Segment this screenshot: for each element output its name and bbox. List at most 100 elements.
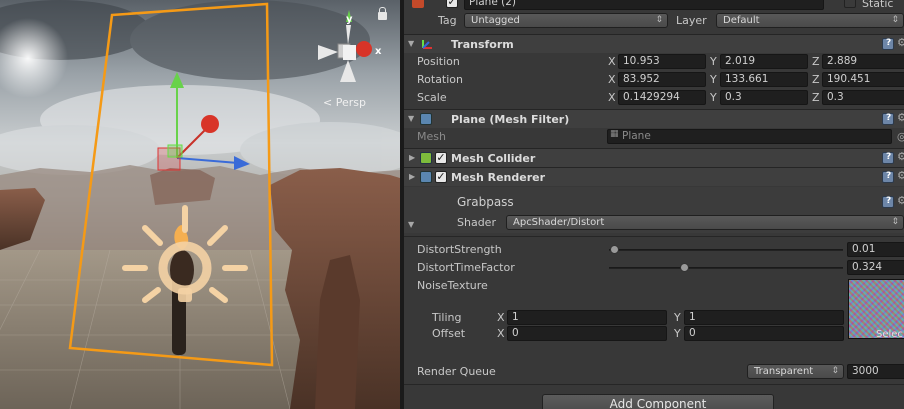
help-icon[interactable] (882, 196, 894, 208)
axis-y-label: Y (710, 73, 717, 86)
fold-down-icon: ▼ (408, 220, 415, 229)
transform-header[interactable]: ▼ Transform ⚙ (404, 34, 904, 53)
render-queue-dropdown[interactable]: Transparent (747, 364, 844, 379)
gizmo-y-label: y (346, 14, 353, 25)
mesh-renderer-checkbox[interactable]: ✓ (435, 171, 447, 183)
mesh-field[interactable]: Plane (607, 129, 892, 144)
mesh-collider-title: Mesh Collider (451, 152, 536, 165)
scale-z-field[interactable]: 0.3 (822, 90, 904, 105)
gear-icon[interactable]: ⚙ (897, 36, 904, 49)
distort-strength-track[interactable] (609, 249, 843, 251)
mesh-collider-header[interactable]: ▶ ✓ Mesh Collider ⚙ (404, 148, 904, 167)
object-picker-icon[interactable]: ◎ (897, 130, 904, 143)
render-queue-field[interactable]: 3000 (847, 364, 904, 379)
axis-x-label: X (608, 55, 616, 68)
axis-z-label: Z (812, 55, 820, 68)
projection-label: Persp (335, 96, 366, 109)
axis-x-label: X (608, 73, 616, 86)
active-checkbox[interactable]: ✓ (446, 0, 458, 8)
position-label: Position (417, 55, 460, 68)
distort-strength-slider-knob[interactable] (609, 245, 619, 254)
static-label: Static (862, 0, 894, 10)
tiling-label: Tiling (432, 311, 462, 324)
lock-icon[interactable] (378, 7, 387, 20)
rotation-z-field[interactable]: 190.451 (822, 72, 904, 87)
distort-time-factor-track[interactable] (609, 267, 843, 269)
mesh-label: Mesh (417, 130, 446, 143)
shader-dropdown[interactable]: ApcShader/Distort (506, 215, 904, 230)
position-x-field[interactable]: 10.953 (618, 54, 706, 69)
distort-strength-field[interactable]: 0.01 (847, 242, 904, 257)
transform-title: Transform (451, 38, 514, 51)
help-icon[interactable] (882, 171, 894, 183)
shader-label: Shader (457, 216, 496, 229)
tiling-y-field[interactable]: 1 (684, 310, 844, 325)
gear-icon[interactable]: ⚙ (897, 150, 904, 163)
fold-right-icon: ▶ (409, 172, 416, 181)
mesh-collider-checkbox[interactable]: ✓ (435, 152, 447, 164)
scale-row: Scale X 0.1429294 Y 0.3 Z 0.3 (404, 89, 904, 107)
tag-dropdown[interactable]: Untagged (464, 13, 668, 28)
rotation-x-field[interactable]: 83.952 (618, 72, 706, 87)
gear-icon[interactable]: ⚙ (897, 111, 904, 124)
mesh-renderer-title: Mesh Renderer (451, 171, 546, 184)
object-name-field[interactable]: Plane (2) (464, 0, 824, 10)
distort-time-factor-field[interactable]: 0.324 (847, 260, 904, 275)
distort-time-factor-slider-knob[interactable] (679, 263, 689, 272)
fold-down-icon: ▼ (408, 39, 415, 48)
transform-icon (422, 40, 432, 49)
static-checkbox[interactable] (844, 0, 856, 8)
help-icon[interactable] (882, 152, 894, 164)
center-mesa (150, 168, 215, 205)
material-header: Grabpass ⚙ ▼ Shader ApcShader/Distort (404, 187, 904, 233)
axis-z-label: Z (812, 91, 820, 104)
scale-y-field[interactable]: 0.3 (720, 90, 808, 105)
cube-icon (412, 0, 424, 8)
material-name: Grabpass (457, 195, 514, 209)
gear-icon[interactable]: ⚙ (897, 169, 904, 182)
axis-y-label: Y (710, 91, 717, 104)
fold-right-icon: ▶ (409, 153, 416, 162)
gear-icon[interactable]: ⚙ (897, 194, 904, 207)
scale-x-field[interactable]: 0.1429294 (618, 90, 706, 105)
add-component-button[interactable]: Add Component (542, 394, 774, 409)
axis-y-label: Y (710, 55, 717, 68)
axis-y-label: Y (674, 327, 681, 340)
rotation-y-field[interactable]: 133.661 (720, 72, 808, 87)
offset-y-field[interactable]: 0 (684, 326, 844, 341)
render-queue-label: Render Queue (417, 365, 496, 378)
offset-x-field[interactable]: 0 (507, 326, 667, 341)
mesh-row: Mesh Plane ▦ ◎ (404, 128, 904, 146)
mesh-filter-header[interactable]: ▼ Plane (Mesh Filter) ⚙ (404, 109, 904, 128)
layer-label: Layer (676, 14, 707, 27)
position-row: Position X 10.953 Y 2.019 Z 2.889 (404, 53, 904, 71)
mesh-grid-icon (420, 113, 432, 125)
tiling-x-field[interactable]: 1 (507, 310, 667, 325)
chevron-left-icon: < (323, 96, 333, 109)
offset-label: Offset (432, 327, 466, 340)
projection-toggle[interactable]: < Persp (323, 96, 366, 109)
rotation-label: Rotation (417, 73, 464, 86)
axis-z-label: Z (812, 73, 820, 86)
distort-strength-row: DistortStrength 0.01 (404, 241, 904, 259)
rotation-row: Rotation X 83.952 Y 133.661 Z 190.451 (404, 71, 904, 89)
axis-x-label: X (497, 311, 505, 324)
mesh-filter-title: Plane (Mesh Filter) (451, 113, 570, 126)
axis-x-label: X (608, 91, 616, 104)
help-icon[interactable] (882, 113, 894, 125)
distort-time-factor-row: DistortTimeFactor 0.324 (404, 259, 904, 277)
gizmo-x-label: x (375, 46, 382, 57)
noise-texture-label: NoiseTexture (417, 279, 488, 292)
layer-dropdown[interactable]: Default (716, 13, 904, 28)
position-z-field[interactable]: 2.889 (822, 54, 904, 69)
fold-down-icon: ▼ (408, 114, 415, 123)
axis-y-label: Y (674, 311, 681, 324)
distort-strength-label: DistortStrength (417, 243, 502, 256)
separator (404, 236, 904, 237)
help-icon[interactable] (882, 38, 894, 50)
scene-view[interactable]: y x < Persp (0, 0, 400, 409)
tag-label: Tag (438, 14, 457, 27)
mesh-renderer-header[interactable]: ▶ ✓ Mesh Renderer ⚙ (404, 167, 904, 186)
clouds (0, 0, 400, 178)
position-y-field[interactable]: 2.019 (720, 54, 808, 69)
